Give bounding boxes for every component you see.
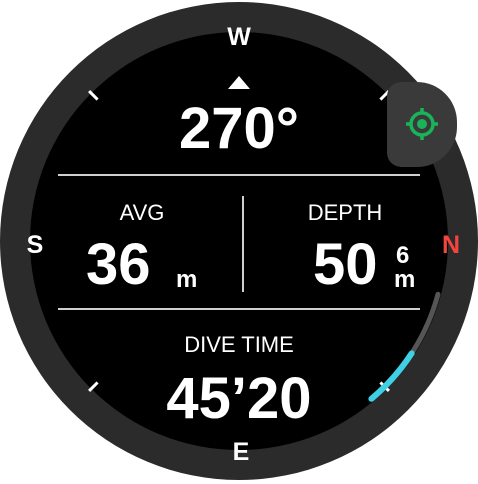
divider-bottom [58, 308, 420, 310]
depth-label: DEPTH [307, 200, 383, 225]
progress-fill [368, 350, 415, 402]
compass-south: S [26, 231, 44, 259]
dive-time-label: DIVE TIME [184, 332, 294, 357]
avg-label: AVG [119, 200, 165, 225]
divider-top [58, 174, 420, 176]
compass-west: W [227, 23, 251, 51]
depth-decimal: 6 [396, 242, 410, 269]
heading-block: 270° [139, 76, 339, 158]
compass-north: N [441, 231, 461, 259]
bezel-tick [88, 381, 99, 392]
divider-vertical [242, 196, 244, 292]
bezel-tick [88, 90, 99, 101]
compass-east: E [232, 438, 250, 466]
triangle-up-icon [228, 76, 250, 89]
heading-value: 270° [179, 96, 299, 161]
dive-time-value: 45’20 [166, 366, 312, 431]
depth-unit: m [394, 266, 416, 293]
avg-value: 36 [86, 232, 151, 297]
depth-value: 50 [313, 232, 378, 297]
avg-unit: m [176, 266, 198, 293]
